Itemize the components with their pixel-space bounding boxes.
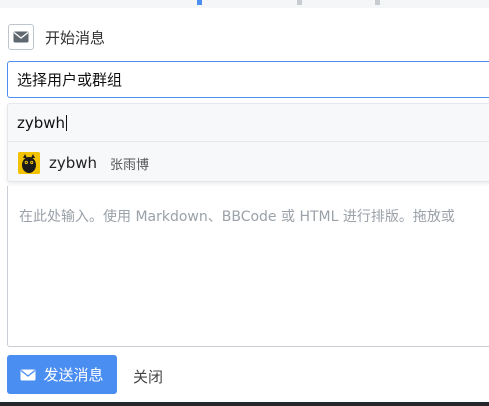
recipient-selector-placeholder: 选择用户或群组 <box>17 71 123 89</box>
cat-avatar <box>18 152 40 174</box>
envelope-icon <box>8 24 34 50</box>
message-placeholder: 在此处输入。使用 Markdown、BBCode 或 HTML 进行排版。拖放或 <box>19 209 455 225</box>
clipped-background-strip <box>0 0 489 8</box>
close-button[interactable]: 关闭 <box>133 366 163 387</box>
bottom-edge-bar <box>0 402 489 406</box>
text-caret <box>66 114 68 131</box>
send-message-label: 发送消息 <box>43 366 104 384</box>
recipient-selector[interactable]: 选择用户或群组 <box>7 61 489 98</box>
strip-marker <box>375 0 380 5</box>
envelope-icon <box>20 369 36 380</box>
message-textarea[interactable]: 在此处输入。使用 Markdown、BBCode 或 HTML 进行排版。拖放或 <box>7 186 489 347</box>
send-message-button[interactable]: 发送消息 <box>7 355 117 394</box>
strip-marker <box>297 0 302 5</box>
strip-marker <box>197 0 202 5</box>
dropdown-option-user[interactable]: zybwh 张雨博 <box>8 144 489 182</box>
recipient-dropdown: zybwh zybwh 张雨博 <box>7 103 489 182</box>
dropdown-option-realname: 张雨博 <box>110 157 150 173</box>
new-message-composer: 开始消息 选择用户或群组 zybwh zybwh 张雨博 在此处输入。使用 Ma… <box>0 0 489 406</box>
recipient-search-value: zybwh <box>17 113 66 132</box>
recipient-search-input[interactable]: zybwh <box>8 104 489 142</box>
composer-title: 开始消息 <box>45 28 106 47</box>
composer-header: 开始消息 <box>8 24 105 50</box>
dropdown-option-username: zybwh <box>49 154 98 172</box>
